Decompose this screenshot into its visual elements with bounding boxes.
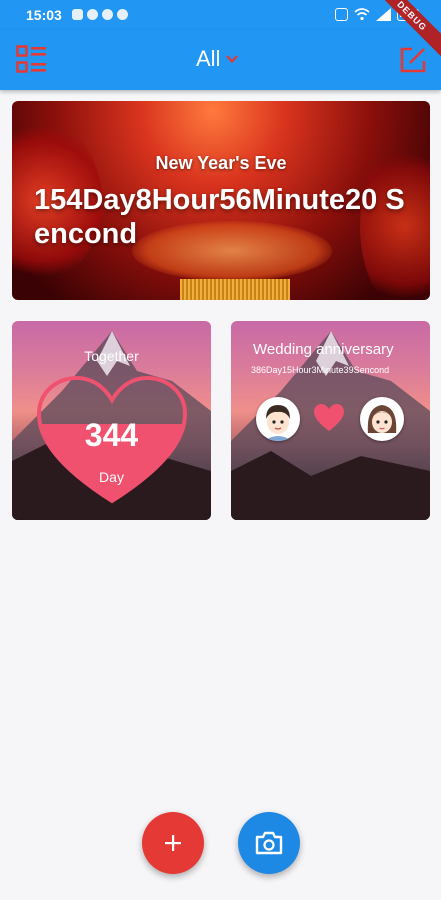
event-card-new-years-eve[interactable]: New Year's Eve 154Day8Hour56Minute20 Sen… bbox=[12, 101, 430, 300]
girl-avatar-icon bbox=[361, 398, 403, 440]
together-label: Together bbox=[84, 348, 139, 364]
app-icon bbox=[72, 9, 83, 20]
together-card[interactable]: Together 344 Day bbox=[12, 321, 211, 520]
event-countdown: 154Day8Hour56Minute20 Sencond bbox=[34, 184, 405, 250]
signal-icon bbox=[376, 8, 391, 21]
wedding-title: Wedding anniversary bbox=[253, 341, 394, 358]
wifi-icon bbox=[354, 8, 370, 21]
edit-icon[interactable] bbox=[399, 46, 427, 74]
plus-icon bbox=[165, 835, 181, 851]
list-menu-icon[interactable] bbox=[16, 45, 47, 74]
days-count: 344 bbox=[84, 417, 139, 453]
app-bar: All bbox=[0, 30, 441, 90]
avatar-groom bbox=[256, 397, 300, 441]
avatar-bride bbox=[360, 397, 404, 441]
wedding-anniversary-card[interactable]: Wedding anniversary 386Day15Hour3Minute3… bbox=[231, 321, 430, 520]
add-event-button[interactable] bbox=[142, 812, 204, 874]
photos-icon bbox=[87, 9, 98, 20]
lantern-tassel bbox=[180, 279, 290, 300]
page-title: All bbox=[196, 46, 221, 71]
camera-button[interactable] bbox=[238, 812, 300, 874]
category-dropdown[interactable]: All bbox=[196, 46, 239, 72]
camera-icon bbox=[255, 831, 283, 855]
phone-icon bbox=[117, 9, 128, 20]
days-unit: Day bbox=[99, 469, 124, 485]
heart-icon bbox=[314, 404, 344, 431]
notification-icons bbox=[72, 9, 128, 20]
status-time: 15:03 bbox=[26, 7, 62, 23]
chevron-down-icon bbox=[226, 55, 239, 64]
chat-icon bbox=[102, 9, 113, 20]
wedding-countdown: 386Day15Hour3Minute39Sencond bbox=[251, 365, 390, 375]
status-bar: 15:03 bbox=[0, 0, 441, 30]
event-name: New Year's Eve bbox=[155, 153, 287, 173]
boy-avatar-icon bbox=[257, 398, 299, 441]
nfc-icon bbox=[335, 8, 348, 21]
